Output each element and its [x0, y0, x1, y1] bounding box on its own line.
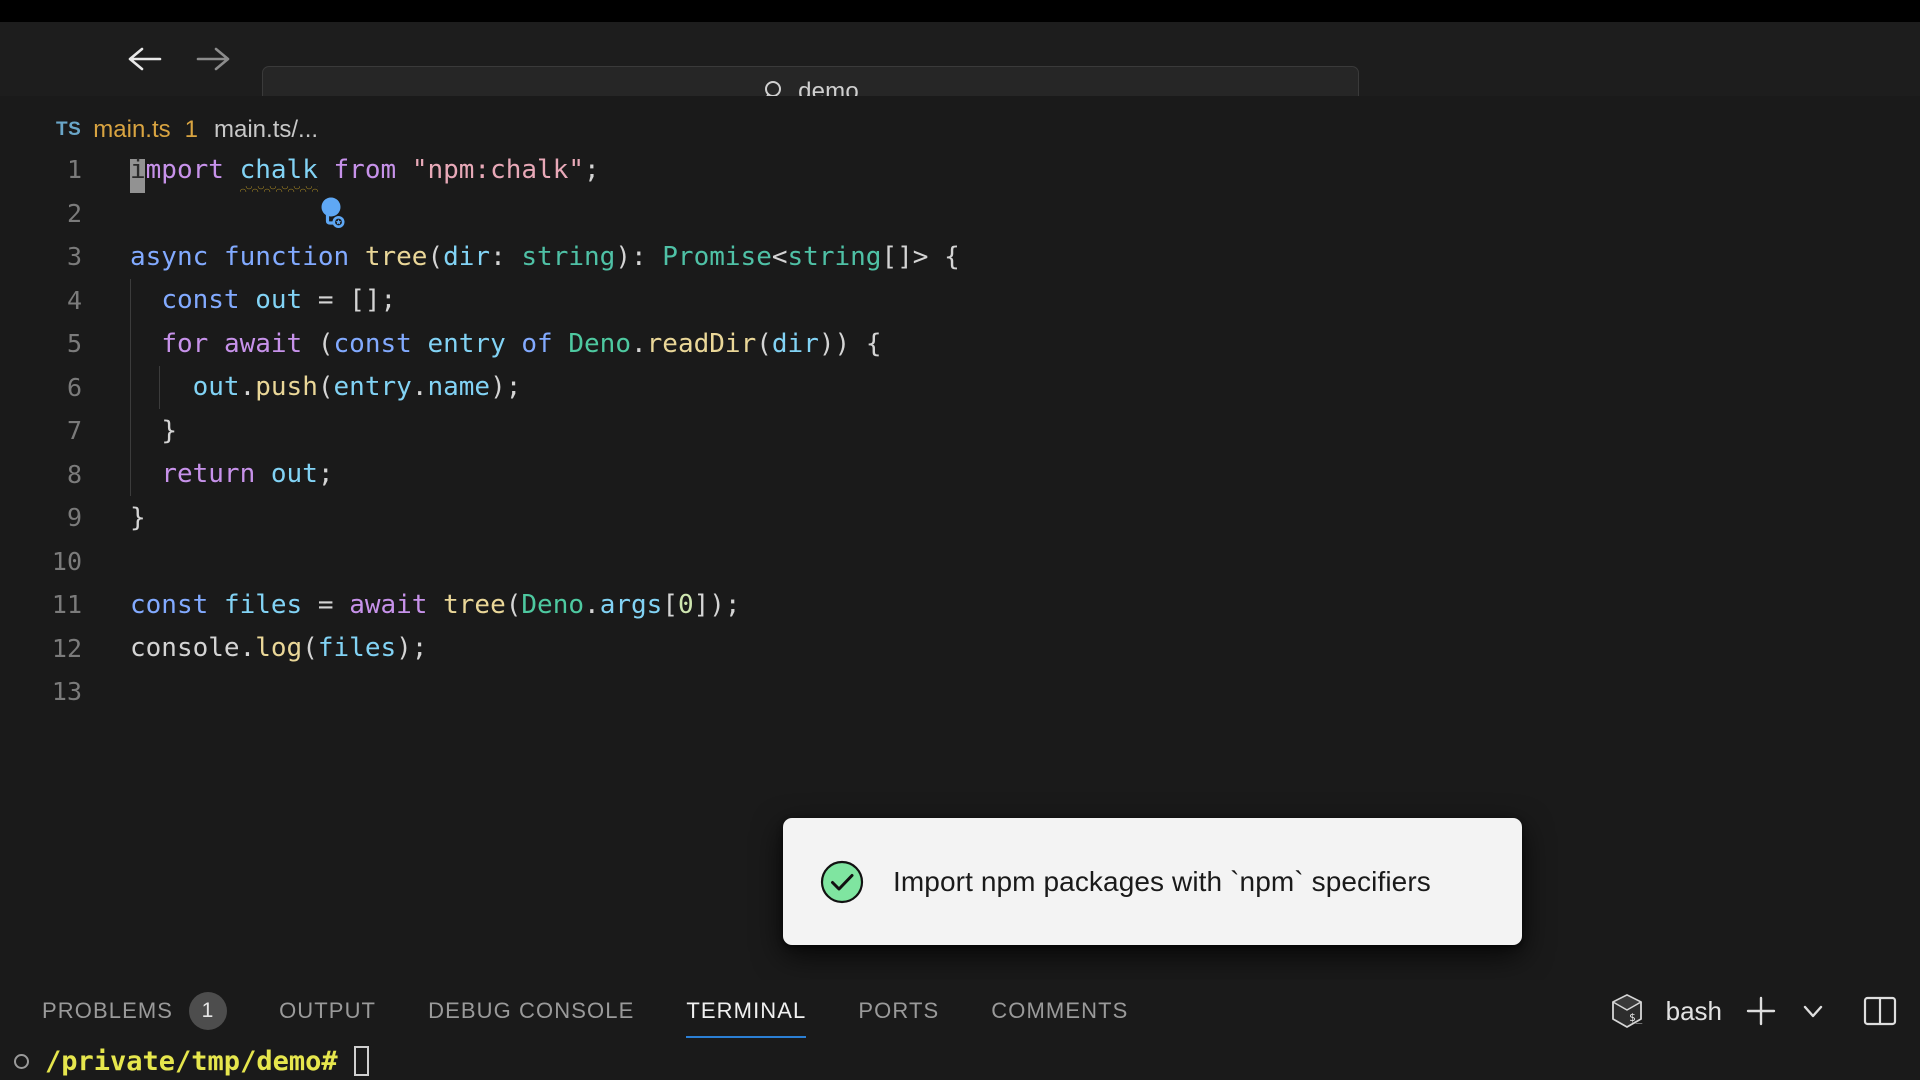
line-number: 4	[66, 285, 82, 315]
terminal-prompt: /private/tmp/demo#	[45, 1045, 338, 1077]
code-content: for await (const entry of Deno.readDir(d…	[161, 328, 882, 359]
tab-debug-console[interactable]: DEBUG CONSOLE	[428, 980, 634, 1042]
line-number: 11	[51, 590, 82, 620]
circle-icon	[14, 1053, 29, 1069]
typescript-lang-icon: TS	[56, 119, 82, 140]
notification-message: Import npm packages with `npm` specifier…	[893, 865, 1431, 897]
active-shell-name: bash	[1665, 995, 1722, 1026]
plus-icon[interactable]	[1744, 994, 1778, 1028]
code-content: return out;	[161, 459, 334, 490]
code-content: console.log(files);	[130, 633, 428, 664]
code-line: 3 async function tree(dir: string): Prom…	[0, 235, 1920, 279]
code-line: 11 const files = await tree(Deno.args[0]…	[0, 583, 1920, 627]
panel-tab-bar: PROBLEMS 1 OUTPUT DEBUG CONSOLE TERMINAL…	[0, 980, 1128, 1042]
tab-label: DEBUG CONSOLE	[428, 998, 635, 1023]
vscode-window: demo TS main.ts 1 main.ts/... 1 import c…	[0, 0, 1920, 1080]
bottom-panel: PROBLEMS 1 OUTPUT DEBUG CONSOLE TERMINAL…	[0, 980, 1920, 1080]
title-bar: demo	[0, 22, 1920, 118]
notification-toast[interactable]: Import npm packages with `npm` specifier…	[783, 818, 1522, 945]
line-number: 5	[66, 329, 82, 359]
line-number: 3	[66, 242, 82, 272]
split-editor-icon[interactable]	[1862, 994, 1898, 1028]
tab-terminal[interactable]: TERMINAL	[686, 980, 807, 1042]
line-number: 10	[51, 546, 82, 576]
breadcrumb-file-name[interactable]: main.ts	[93, 116, 170, 144]
code-content: async function tree(dir: string): Promis…	[130, 241, 960, 272]
navigation-arrows	[125, 39, 233, 79]
code-line: 4 const out = [];	[0, 278, 1920, 322]
code-content: out.push(entry.name);	[192, 372, 522, 403]
tab-output[interactable]: OUTPUT	[279, 980, 376, 1042]
line-number: 13	[51, 677, 82, 707]
code-line: 6 out.push(entry.name);	[0, 365, 1920, 409]
chevron-down-icon[interactable]	[1800, 998, 1826, 1024]
line-number: 6	[66, 372, 82, 402]
tab-problems[interactable]: PROBLEMS 1	[42, 980, 228, 1042]
line-number: 9	[66, 503, 82, 533]
terminal-cursor	[353, 1046, 369, 1076]
code-content: }	[161, 415, 177, 446]
tab-label: TERMINAL	[686, 998, 807, 1023]
back-arrow-icon[interactable]	[125, 39, 165, 79]
problems-count-badge: 1	[189, 992, 228, 1030]
code-content: const out = [];	[161, 285, 397, 316]
code-line: 7 }	[0, 409, 1920, 453]
line-number: 12	[51, 633, 82, 663]
tab-label: OUTPUT	[279, 998, 377, 1023]
code-content: }	[130, 502, 146, 533]
line-number: 1	[66, 155, 82, 185]
code-line: 13	[0, 670, 1920, 714]
panel-actions: $_ bash	[1610, 980, 1898, 1042]
success-check-icon	[819, 859, 865, 905]
line-number: 8	[66, 459, 82, 489]
svg-text:$_: $_	[1629, 1011, 1643, 1024]
code-line: 2	[0, 192, 1920, 236]
line-number: 7	[66, 416, 82, 446]
breadcrumb-path[interactable]: main.ts/...	[214, 116, 318, 144]
line-number: 2	[66, 198, 82, 228]
breadcrumb: TS main.ts 1 main.ts/...	[0, 112, 318, 148]
code-line: 1 import chalk from "npm:chalk";	[0, 148, 1920, 193]
forward-arrow-icon[interactable]	[193, 39, 233, 79]
code-line: 9 }	[0, 496, 1920, 540]
code-line: 12 console.log(files);	[0, 627, 1920, 671]
code-line: 8 return out;	[0, 452, 1920, 496]
terminal-prompt-line[interactable]: /private/tmp/demo#	[0, 1042, 369, 1080]
tab-label: PROBLEMS	[42, 998, 174, 1023]
tab-ports[interactable]: PORTS	[858, 980, 939, 1042]
code-line: 10	[0, 540, 1920, 584]
terminal-cube-icon: $_	[1610, 993, 1644, 1029]
breadcrumb-problem-count: 1	[184, 116, 198, 143]
tab-label: COMMENTS	[991, 998, 1129, 1023]
window-top-strip	[0, 0, 1920, 22]
code-line: 5 for await (const entry of Deno.readDir…	[0, 322, 1920, 366]
code-content: const files = await tree(Deno.args[0]);	[130, 589, 741, 620]
tab-label: PORTS	[858, 998, 940, 1023]
tab-comments[interactable]: COMMENTS	[991, 980, 1128, 1042]
